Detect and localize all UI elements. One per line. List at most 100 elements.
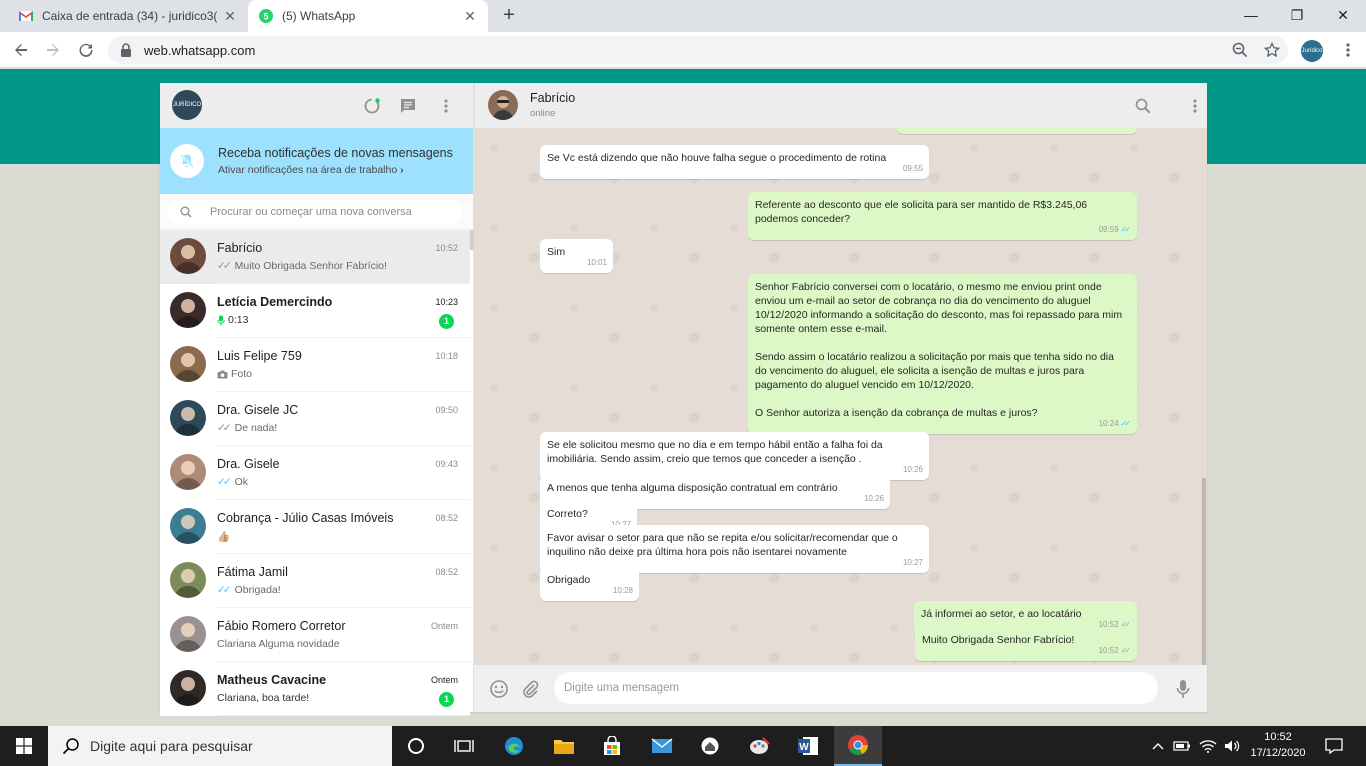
message-input[interactable] xyxy=(554,672,1158,704)
contact-status: online xyxy=(530,108,556,119)
chat-avatar[interactable] xyxy=(170,508,206,544)
microphone-icon xyxy=(217,315,225,325)
conversation-header[interactable]: Fabrício online xyxy=(474,83,1207,128)
wifi-icon[interactable] xyxy=(1198,726,1218,766)
message-meta: 10:26 xyxy=(903,463,923,477)
search-icon xyxy=(62,738,79,755)
notification-subtitle[interactable]: Ativar notificações na área de trabalho … xyxy=(218,164,404,176)
browser-menu-icon[interactable] xyxy=(1336,38,1360,62)
chat-preview-text: 👍🏼 xyxy=(217,531,231,543)
volume-icon[interactable] xyxy=(1222,726,1242,766)
conversation-scrollbar[interactable] xyxy=(1202,478,1206,665)
search-input[interactable] xyxy=(210,206,450,218)
word-icon[interactable]: W xyxy=(784,726,832,766)
new-chat-icon[interactable] xyxy=(398,96,418,116)
chat-avatar[interactable] xyxy=(170,616,206,652)
profile-avatar[interactable]: Jurídico xyxy=(1301,40,1323,62)
sidebar: JURÍDICO Receba notificações de novas me… xyxy=(160,83,474,716)
store-icon[interactable] xyxy=(588,726,636,766)
incoming-message[interactable]: Se ele solicitou mesmo que no dia e em t… xyxy=(540,432,929,480)
chat-list-item[interactable]: Fábio Romero Corretor Ontem Clariana Alg… xyxy=(160,608,470,662)
chat-search-box[interactable] xyxy=(168,200,462,224)
edge-icon[interactable] xyxy=(490,726,538,766)
forward-arrow-icon xyxy=(47,44,59,56)
chat-avatar[interactable] xyxy=(170,292,206,328)
chat-list-item[interactable]: Cobrança - Júlio Casas Imóveis 08:52 👍🏼 xyxy=(160,500,470,554)
back-button[interactable] xyxy=(9,38,33,62)
chrome-icon[interactable] xyxy=(834,726,882,766)
notification-banner[interactable]: Receba notificações de novas mensagens A… xyxy=(160,128,473,194)
sidebar-header: JURÍDICO xyxy=(160,83,473,128)
chat-list-item[interactable]: Fátima Jamil 08:52 ✓✓ Obrigada! xyxy=(160,554,470,608)
paint-icon[interactable] xyxy=(736,726,784,766)
outgoing-message[interactable]: Senhor Fabrício conversei com o locatári… xyxy=(748,274,1137,434)
chat-list-item[interactable]: Fabrício 10:52 ✓✓ Muito Obrigada Senhor F… xyxy=(160,230,470,284)
new-tab-button[interactable]: + xyxy=(498,5,520,26)
double-check-icon: ✓✓ xyxy=(1120,646,1132,655)
chat-time: 09:50 xyxy=(435,405,458,415)
app-icon[interactable] xyxy=(686,726,734,766)
chat-list-item[interactable]: Dra. Gisele JC 09:50 ✓✓ De nada! xyxy=(160,392,470,446)
chat-avatar[interactable] xyxy=(170,400,206,436)
cortana-icon[interactable] xyxy=(392,726,440,766)
task-view-icon[interactable] xyxy=(440,726,488,766)
unread-badge: 1 xyxy=(439,314,454,329)
chat-list-item[interactable]: Matheus Cavacine Ontem Clariana, boa tar… xyxy=(160,662,470,716)
message-list[interactable]: 09:50 ✓✓ Se Vc está dizendo que não houv… xyxy=(474,128,1207,665)
taskbar-search-input[interactable] xyxy=(90,738,380,754)
notifications-icon[interactable] xyxy=(1322,726,1346,766)
status-icon[interactable] xyxy=(362,96,382,116)
url-text: web.whatsapp.com xyxy=(144,42,256,58)
omnibox[interactable]: web.whatsapp.com xyxy=(108,36,1288,64)
system-clock[interactable]: 10:52 17/12/2020 xyxy=(1248,729,1308,761)
close-window-button[interactable]: ✕ xyxy=(1320,0,1366,30)
message-meta: 10:52 ✓✓ xyxy=(1099,644,1132,658)
tab-gmail[interactable]: Caixa de entrada (34) - juridico3( ✕ xyxy=(8,0,248,32)
zoom-icon[interactable] xyxy=(1228,38,1252,62)
chevron-up-icon[interactable] xyxy=(1150,726,1166,766)
notification-link[interactable]: Ativar notificações na área de trabalho xyxy=(218,164,397,176)
outgoing-message[interactable]: Muito Obrigada Senhor Fabrício! 10:52 ✓✓ xyxy=(915,627,1137,661)
chat-list-item[interactable]: Letícia Demercindo 10:23 0:13 1 xyxy=(160,284,470,338)
chat-avatar[interactable] xyxy=(170,238,206,274)
chat-avatar[interactable] xyxy=(170,670,206,706)
message-text: A menos que tenha alguma disposição cont… xyxy=(547,482,838,494)
emoji-icon[interactable] xyxy=(487,677,511,701)
attach-clip-icon[interactable] xyxy=(518,677,542,701)
battery-icon[interactable] xyxy=(1172,726,1192,766)
message-time: 10:26 xyxy=(902,465,923,474)
chat-avatar[interactable] xyxy=(170,562,206,598)
mail-icon[interactable] xyxy=(638,726,686,766)
bookmark-star-icon[interactable] xyxy=(1260,38,1284,62)
conversation-menu-icon[interactable] xyxy=(1185,96,1205,116)
forward-button[interactable] xyxy=(41,38,65,62)
my-avatar[interactable]: JURÍDICO xyxy=(172,90,202,120)
chat-list-item[interactable]: Luis Felipe 759 10:18 Foto xyxy=(160,338,470,392)
double-check-icon: ✓✓ xyxy=(1120,225,1132,234)
microphone-icon[interactable] xyxy=(1171,677,1195,701)
menu-icon[interactable] xyxy=(436,96,456,116)
chat-list-item[interactable]: Dra. Gisele 09:43 ✓✓ Ok xyxy=(160,446,470,500)
search-icon xyxy=(180,206,192,218)
start-button[interactable] xyxy=(0,726,48,766)
chat-name: Luis Felipe 759 xyxy=(217,349,302,363)
tab-whatsapp[interactable]: 5 (5) WhatsApp ✕ xyxy=(248,0,488,32)
contact-avatar[interactable] xyxy=(488,90,518,120)
restore-button[interactable]: ❐ xyxy=(1274,0,1320,30)
incoming-message[interactable]: Favor avisar o setor para que não se rep… xyxy=(540,525,929,573)
close-icon[interactable]: ✕ xyxy=(462,8,478,24)
file-explorer-icon[interactable] xyxy=(540,726,588,766)
taskbar-search[interactable] xyxy=(48,726,392,766)
chat-avatar[interactable] xyxy=(170,454,206,490)
incoming-message[interactable]: Obrigado 10:28 xyxy=(540,567,639,601)
minimize-button[interactable]: — xyxy=(1228,0,1274,30)
close-icon[interactable]: ✕ xyxy=(222,8,238,24)
reload-button[interactable] xyxy=(74,38,98,62)
search-messages-icon[interactable] xyxy=(1133,96,1153,116)
incoming-message[interactable]: Se Vc está dizendo que não houve falha s… xyxy=(540,145,929,179)
chat-avatar[interactable] xyxy=(170,346,206,382)
chat-name: Fabrício xyxy=(217,241,263,255)
outgoing-message[interactable]: 09:50 ✓✓ xyxy=(897,128,1137,134)
incoming-message[interactable]: Sim 10:01 xyxy=(540,239,613,273)
outgoing-message[interactable]: Referente ao desconto que ele solicita p… xyxy=(748,192,1137,240)
